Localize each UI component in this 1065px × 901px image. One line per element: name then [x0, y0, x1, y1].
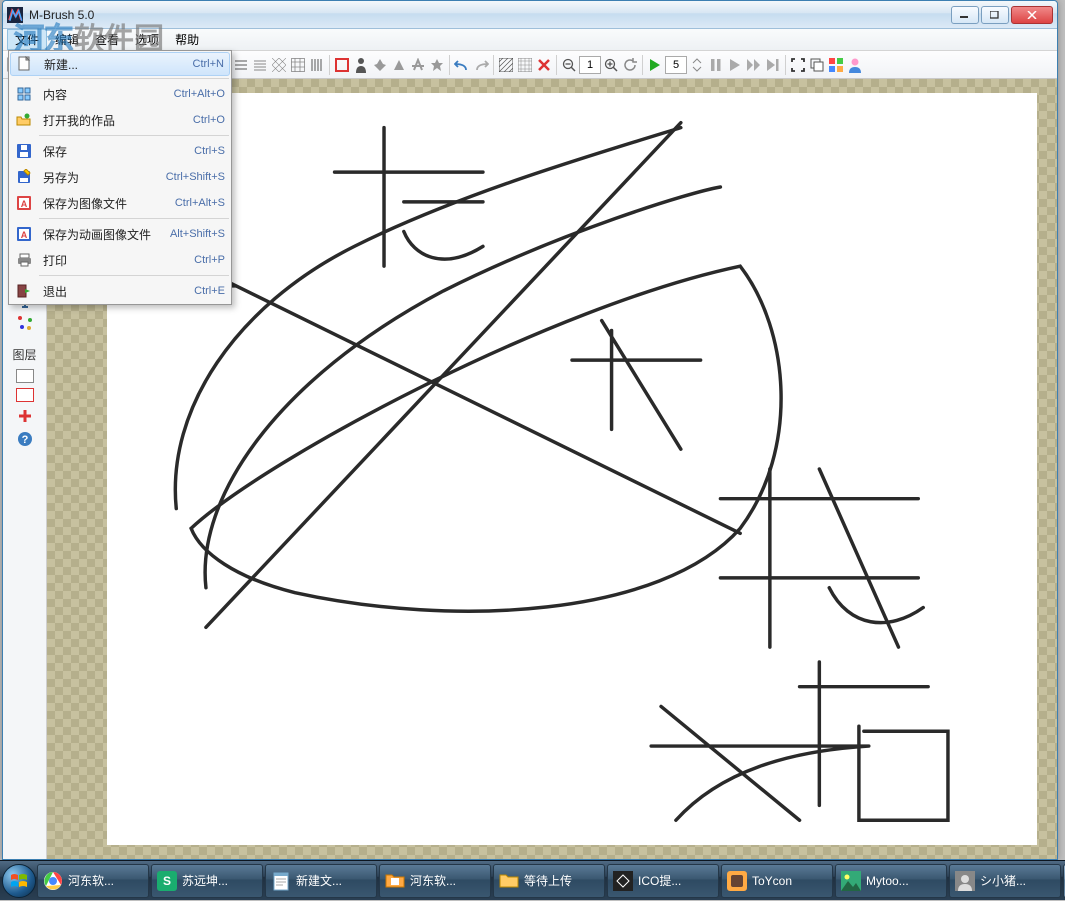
photo-icon: [841, 871, 861, 891]
silhouette1-icon[interactable]: [371, 55, 389, 75]
zoom-in-icon[interactable]: [602, 55, 620, 75]
notepad-icon: [271, 871, 291, 891]
menu-open-my-works[interactable]: 打开我的作品 Ctrl+O: [9, 107, 231, 133]
windows-icon[interactable]: [808, 55, 826, 75]
play2-icon[interactable]: [726, 55, 744, 75]
person-icon[interactable]: [352, 55, 370, 75]
close-button[interactable]: [1011, 6, 1053, 24]
exit-icon: [15, 282, 33, 300]
save-as-icon: [15, 168, 33, 186]
hatch2-icon[interactable]: [516, 55, 534, 75]
works-icon: [15, 111, 33, 129]
menu-save-as[interactable]: 另存为 Ctrl+Shift+S: [9, 164, 231, 190]
svg-text:S: S: [163, 874, 171, 888]
browser-icon: [43, 871, 63, 891]
zoom-level[interactable]: 1: [579, 56, 601, 74]
save-image-icon: A: [15, 194, 33, 212]
menu-help[interactable]: 帮助: [167, 29, 207, 50]
redo2-icon[interactable]: [472, 55, 490, 75]
bars-v-icon[interactable]: [308, 55, 326, 75]
task-item[interactable]: ICO提...: [607, 864, 719, 898]
silhouette3-icon[interactable]: [409, 55, 427, 75]
svg-text:A: A: [21, 230, 28, 240]
svg-text:A: A: [21, 199, 28, 209]
folder-icon: [499, 871, 519, 891]
minimize-button[interactable]: [951, 6, 979, 24]
task-item[interactable]: Mytoo...: [835, 864, 947, 898]
new-file-icon: [16, 55, 34, 73]
maximize-button[interactable]: [981, 6, 1009, 24]
frame-num[interactable]: 5: [665, 56, 687, 74]
content-icon: [15, 85, 33, 103]
titlebar[interactable]: M-Brush 5.0: [3, 1, 1057, 29]
task-item[interactable]: S苏远坤...: [151, 864, 263, 898]
menu-content[interactable]: 内容 Ctrl+Alt+O: [9, 81, 231, 107]
menu-edit[interactable]: 编辑: [47, 29, 87, 50]
user-icon[interactable]: [846, 55, 864, 75]
menu-options[interactable]: 选项: [127, 29, 167, 50]
folder-orange-icon: [385, 871, 405, 891]
canvas[interactable]: [107, 93, 1037, 845]
layer-thumb[interactable]: [16, 369, 34, 383]
file-menu-dropdown: 新建... Ctrl+N 内容 Ctrl+Alt+O 打开我的作品 Ctrl+O…: [8, 50, 232, 305]
menu-view[interactable]: 查看: [87, 29, 127, 50]
menu-file[interactable]: 文件: [7, 29, 47, 50]
avatar-icon: [955, 871, 975, 891]
menu-save-anim-image[interactable]: A 保存为动画图像文件 Alt+Shift+S: [9, 221, 231, 247]
lines-h2-icon[interactable]: [251, 55, 269, 75]
wps-icon: S: [157, 871, 177, 891]
toycon-icon: [727, 871, 747, 891]
save-disk-icon: [15, 142, 33, 160]
end-icon[interactable]: [764, 55, 782, 75]
delete-x-icon[interactable]: [535, 55, 553, 75]
printer-icon: [15, 251, 33, 269]
app-icon: [7, 7, 23, 23]
task-item[interactable]: 河东软...: [37, 864, 149, 898]
layer-thumb-selected[interactable]: [16, 388, 34, 402]
silhouette4-icon[interactable]: [428, 55, 446, 75]
task-item[interactable]: 等待上传: [493, 864, 605, 898]
lines-h-icon[interactable]: [232, 55, 250, 75]
points-tool-icon[interactable]: [15, 313, 35, 333]
menu-exit[interactable]: 退出 Ctrl+E: [9, 278, 231, 304]
squares4-icon[interactable]: [827, 55, 845, 75]
pause-icon[interactable]: [707, 55, 725, 75]
task-item[interactable]: ToYcon: [721, 864, 833, 898]
task-item[interactable]: 新建文...: [265, 864, 377, 898]
menubar: 文件 编辑 查看 选项 帮助: [3, 29, 1057, 51]
svg-text:?: ?: [21, 434, 28, 446]
zoom-out-icon[interactable]: [560, 55, 578, 75]
fullscreen-icon[interactable]: [789, 55, 807, 75]
save-anim-icon: A: [15, 225, 33, 243]
add-layer-icon[interactable]: [15, 406, 35, 426]
ff-icon[interactable]: [745, 55, 763, 75]
silhouette2-icon[interactable]: [390, 55, 408, 75]
task-item[interactable]: シ小猪...: [949, 864, 1061, 898]
refresh-icon[interactable]: [621, 55, 639, 75]
stepper-icon[interactable]: [688, 55, 706, 75]
grid-diag-icon[interactable]: [270, 55, 288, 75]
menu-print[interactable]: 打印 Ctrl+P: [9, 247, 231, 273]
task-item[interactable]: 河东软...: [379, 864, 491, 898]
undo2-icon[interactable]: [453, 55, 471, 75]
window-title: M-Brush 5.0: [29, 8, 951, 22]
help-icon[interactable]: ?: [15, 429, 35, 449]
windows-logo-icon: [2, 864, 36, 898]
rect-red-icon[interactable]: [333, 55, 351, 75]
menu-new[interactable]: 新建... Ctrl+N: [10, 52, 230, 76]
start-button[interactable]: [2, 861, 36, 901]
ico-app-icon: [613, 871, 633, 891]
play-icon[interactable]: [646, 55, 664, 75]
layers-label: 图层: [12, 346, 36, 363]
menu-save[interactable]: 保存 Ctrl+S: [9, 138, 231, 164]
menu-save-image[interactable]: A 保存为图像文件 Ctrl+Alt+S: [9, 190, 231, 216]
hatch1-icon[interactable]: [497, 55, 515, 75]
grid-icon[interactable]: [289, 55, 307, 75]
taskbar: 河东软... S苏远坤... 新建文... 河东软... 等待上传 ICO提..…: [0, 860, 1065, 900]
